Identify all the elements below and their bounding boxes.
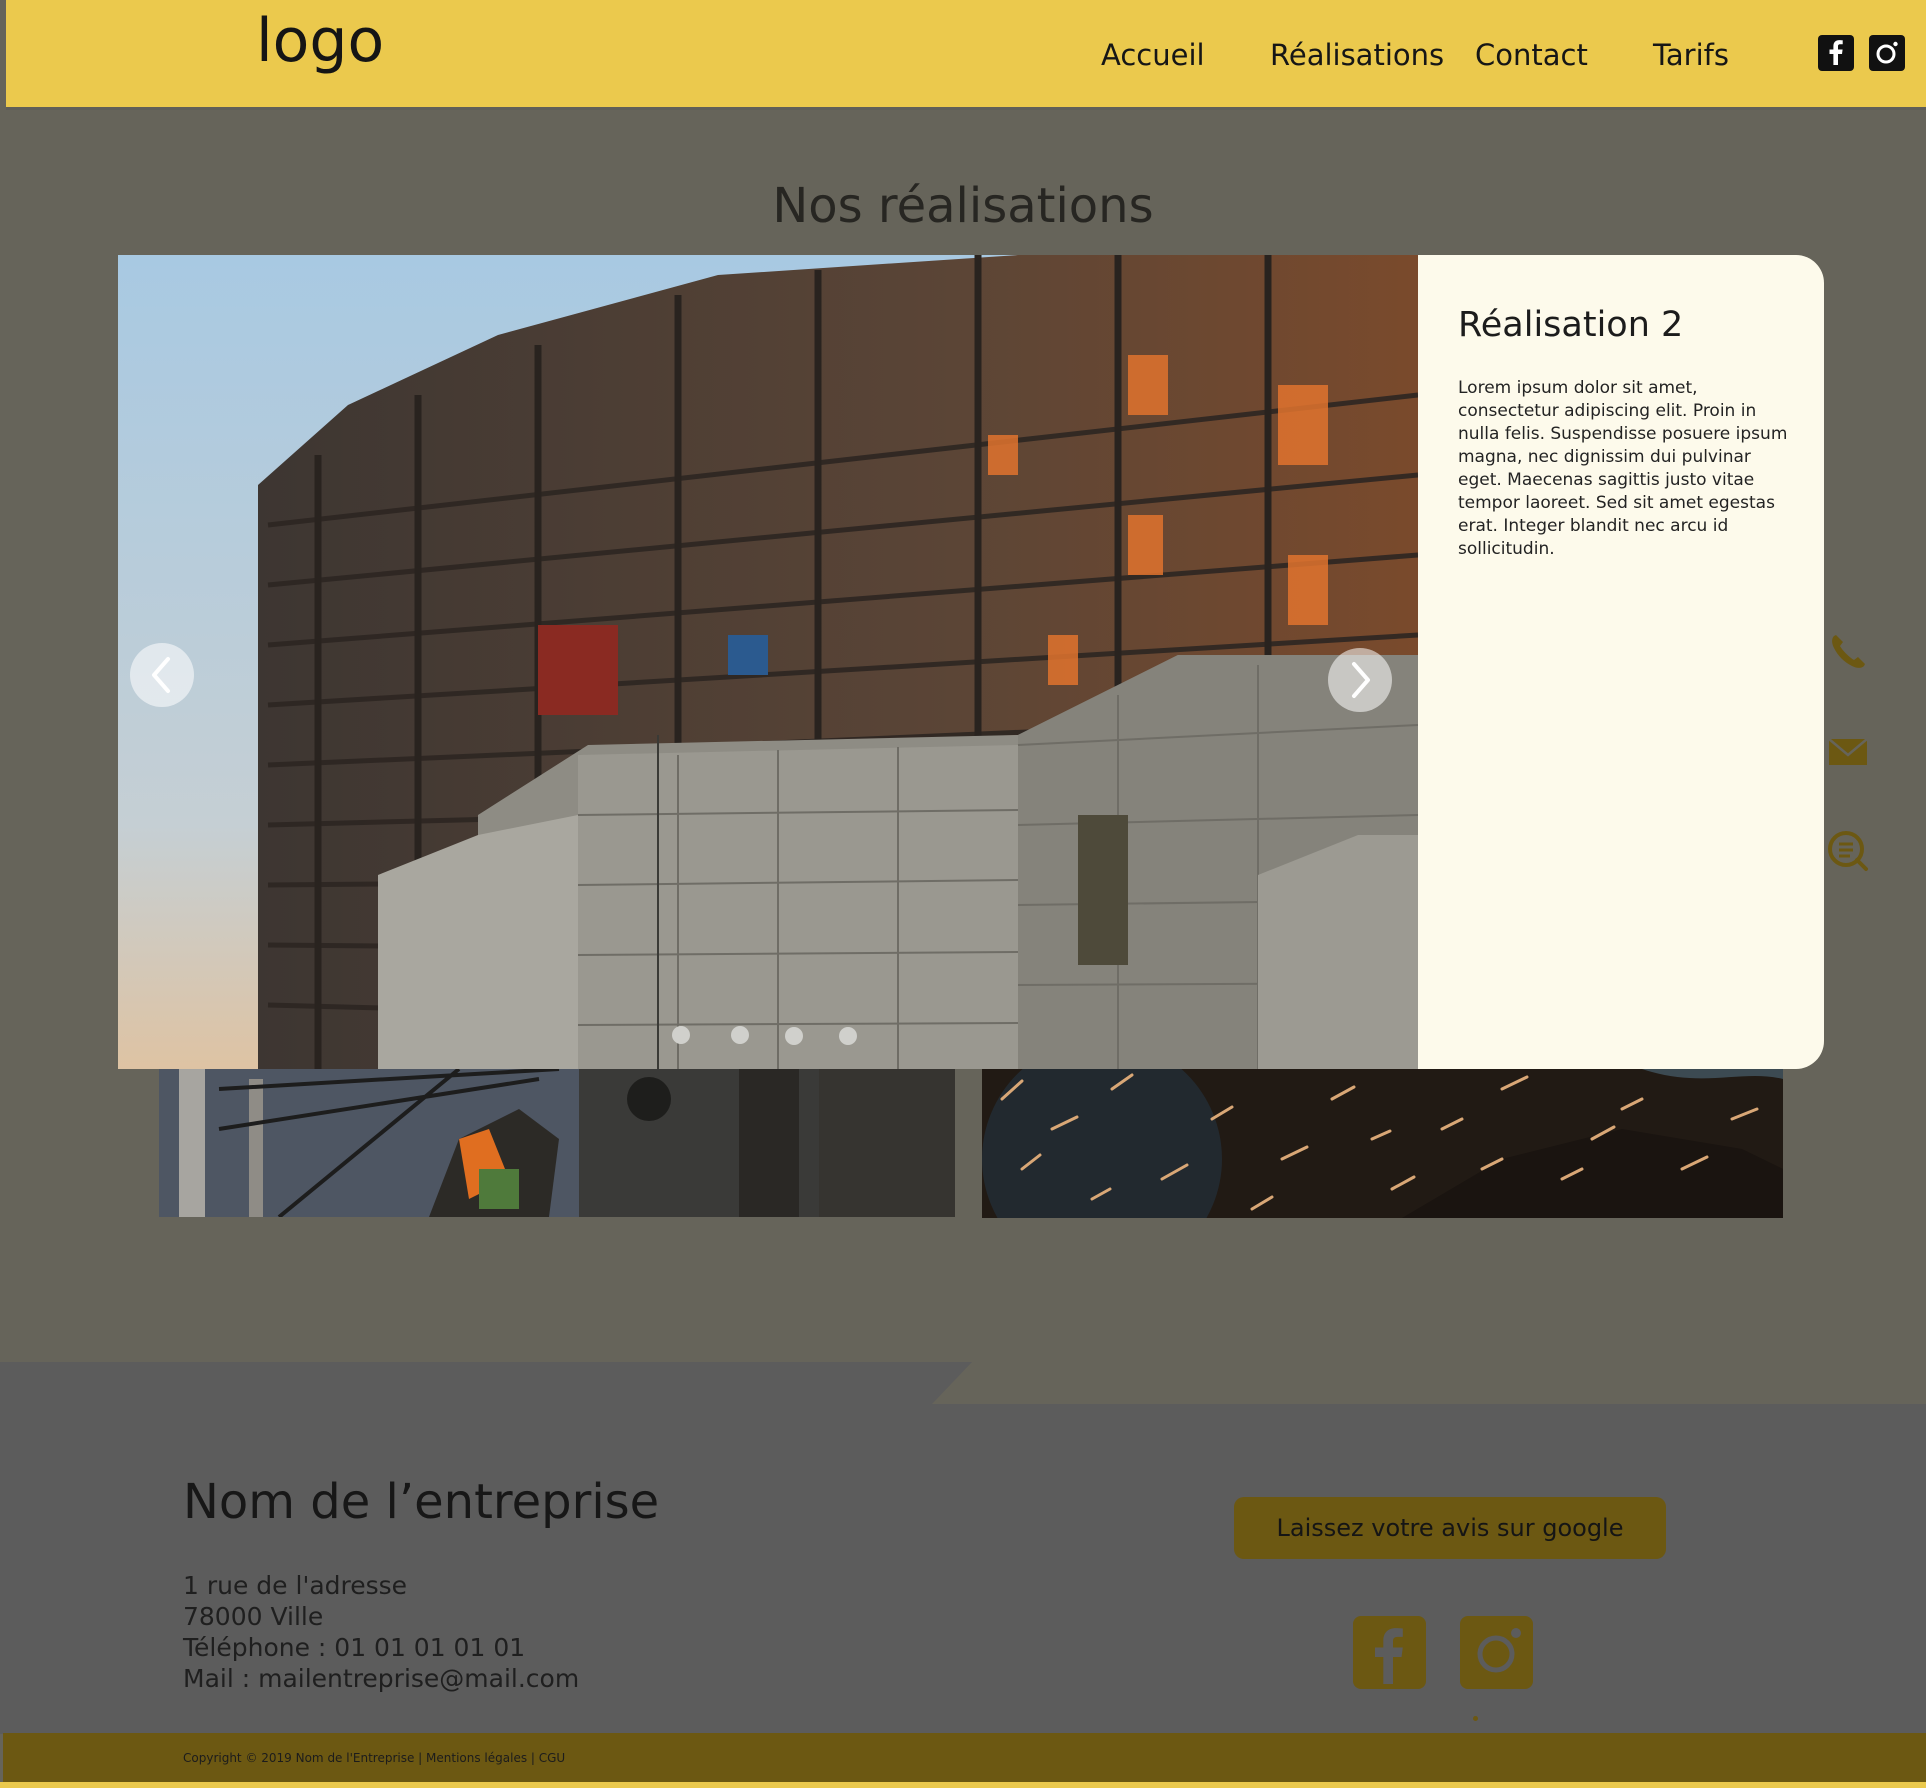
chat-icon[interactable] (1826, 829, 1870, 873)
chevron-left-icon (152, 657, 170, 693)
slide-building-image (118, 255, 1418, 1069)
slider-dot-4[interactable] (839, 1027, 857, 1045)
copyright-text: Copyright © 2019 Nom de l'Entreprise | M… (183, 1751, 566, 1765)
page-title: Nos réalisations (772, 178, 1154, 234)
thumbnail-sparks-image[interactable] (982, 1069, 1783, 1218)
nav-tarifs[interactable]: Tarifs (1653, 38, 1729, 72)
logo[interactable]: logo (256, 6, 384, 76)
slide-info-panel: Réalisation 2 Lorem ipsum dolor sit amet… (1418, 255, 1824, 1069)
thumbnail-worker-image[interactable] (159, 1069, 955, 1217)
company-name: Nom de l’entreprise (183, 1474, 660, 1530)
facebook-icon[interactable] (1353, 1616, 1426, 1689)
google-review-button[interactable]: Laissez votre avis sur google (1234, 1497, 1666, 1559)
slider-next-button[interactable] (1328, 648, 1392, 712)
bottom-accent-strip (0, 1782, 1926, 1788)
city-line: 78000 Ville (183, 1602, 324, 1631)
nav-contact[interactable]: Contact (1475, 38, 1588, 72)
slider-dot-2[interactable] (731, 1026, 749, 1044)
slide-description: Lorem ipsum dolor sit amet, consectetur … (1458, 378, 1788, 559)
slider-dot-1[interactable] (672, 1026, 690, 1044)
slider-dot-3[interactable] (785, 1027, 803, 1045)
instagram-icon[interactable] (1460, 1616, 1533, 1689)
nav-realisations[interactable]: Réalisations (1270, 38, 1444, 72)
phone-line: Téléphone : 01 01 01 01 01 (183, 1633, 526, 1662)
mail-line[interactable]: Mail : mailentreprise@mail.com (183, 1664, 579, 1693)
chevron-right-icon (1352, 662, 1370, 698)
realisations-slider: Réalisation 2 Lorem ipsum dolor sit amet… (118, 255, 1824, 1069)
instagram-icon[interactable] (1869, 35, 1905, 71)
mail-icon[interactable] (1826, 730, 1870, 774)
phone-icon[interactable] (1826, 630, 1870, 674)
decorative-dot (1473, 1716, 1478, 1721)
address-line: 1 rue de l'adresse (183, 1571, 408, 1600)
nav-accueil[interactable]: Accueil (1101, 38, 1205, 72)
slide-title: Réalisation 2 (1458, 305, 1684, 345)
facebook-icon[interactable] (1818, 35, 1854, 71)
slider-prev-button[interactable] (130, 643, 194, 707)
